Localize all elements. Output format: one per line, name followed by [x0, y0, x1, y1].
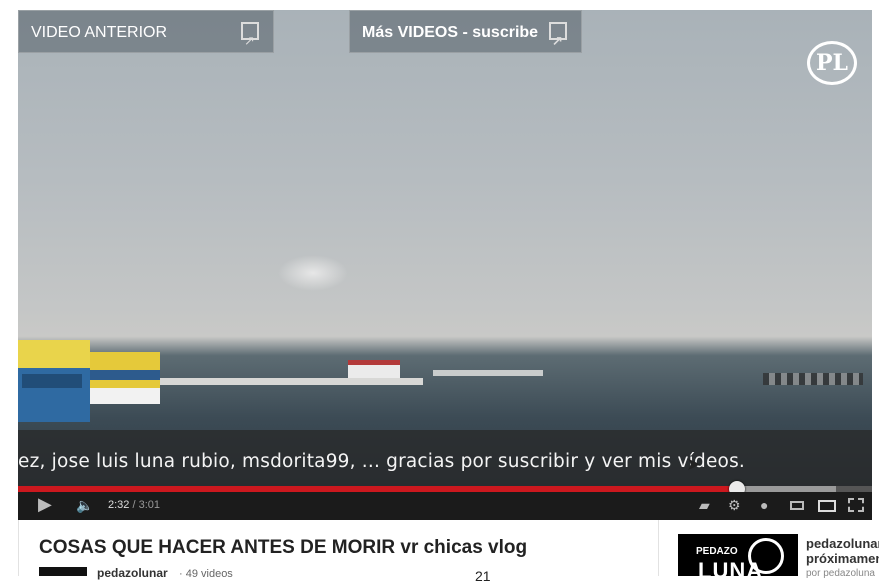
annotation-previous-video[interactable]: VIDEO ANTERIOR — [18, 10, 274, 62]
related-title-line-1: pedazolunar — [806, 536, 879, 551]
player-controls-bar: ▶ 🔈 2:32 / 3:01 ▰ ⚙ ● — [18, 492, 872, 520]
volume-icon[interactable]: 🔈 — [76, 497, 93, 514]
video-scene-pier — [158, 378, 423, 385]
watermark-text: PL — [815, 50, 848, 76]
video-scene-houses — [348, 360, 400, 378]
video-scene-roof — [348, 360, 400, 365]
ferry-stripe — [90, 370, 160, 380]
video-scene-pier-far — [433, 370, 543, 376]
external-link-icon — [241, 19, 259, 62]
annotation-more-label: Más VIDEOS - suscribe — [362, 24, 539, 41]
ferry-deck — [18, 340, 90, 368]
related-video-title[interactable]: pedazolunar próximamen — [806, 536, 879, 566]
fullscreen-icon[interactable] — [848, 498, 864, 512]
video-scene-far-boats — [763, 373, 863, 385]
captions-icon[interactable]: ▰ — [699, 497, 710, 514]
small-player-icon[interactable] — [790, 501, 804, 510]
video-title: COSAS QUE HACER ANTES DE MORIR vr chicas… — [39, 537, 528, 558]
external-link-icon — [549, 19, 567, 62]
large-player-icon[interactable] — [818, 500, 836, 512]
related-video-thumbnail[interactable]: PEDAZO LUNA — [678, 534, 798, 576]
duration: 3:01 — [138, 499, 161, 511]
time-display: 2:32 / 3:01 — [108, 499, 160, 511]
video-info-panel: COSAS QUE HACER ANTES DE MORIR vr chicas… — [18, 520, 659, 584]
related-title-line-2: próximamen — [806, 551, 879, 566]
video-scene-cloud — [278, 255, 348, 291]
watch-later-icon[interactable]: ● — [760, 497, 768, 513]
annotation-previous-label: VIDEO ANTERIOR — [31, 24, 168, 41]
video-player[interactable]: VIDEO ANTERIOR Más VIDEOS - suscribe PL … — [18, 10, 872, 520]
ferry-hull — [90, 388, 160, 404]
thumb-moon-icon — [748, 538, 784, 574]
video-scene-ferry-left — [18, 340, 90, 422]
mouse-cursor-icon: ➤ — [686, 454, 702, 474]
settings-icon[interactable]: ⚙ — [728, 497, 741, 514]
caption-text: ez, jose luis luna rubio, msdorita99, ..… — [18, 451, 745, 472]
annotation-more-videos[interactable]: Más VIDEOS - suscribe — [349, 10, 582, 62]
related-video-byline: por pedazoluna — [806, 568, 875, 579]
time-separator: / — [129, 499, 139, 511]
channel-video-count: · 49 videos — [179, 568, 233, 580]
thumb-text-top: PEDAZO — [696, 546, 738, 557]
view-count: 21 — [475, 568, 491, 584]
channel-watermark-logo[interactable]: PL — [807, 41, 857, 85]
play-icon[interactable]: ▶ — [38, 494, 52, 515]
video-scene-ferry-yellow — [90, 352, 160, 404]
channel-name-link[interactable]: pedazolunar — [97, 566, 168, 580]
channel-avatar[interactable] — [39, 567, 87, 576]
current-time: 2:32 — [108, 499, 130, 511]
video-frame[interactable] — [18, 10, 872, 490]
ferry-windows — [22, 374, 82, 388]
